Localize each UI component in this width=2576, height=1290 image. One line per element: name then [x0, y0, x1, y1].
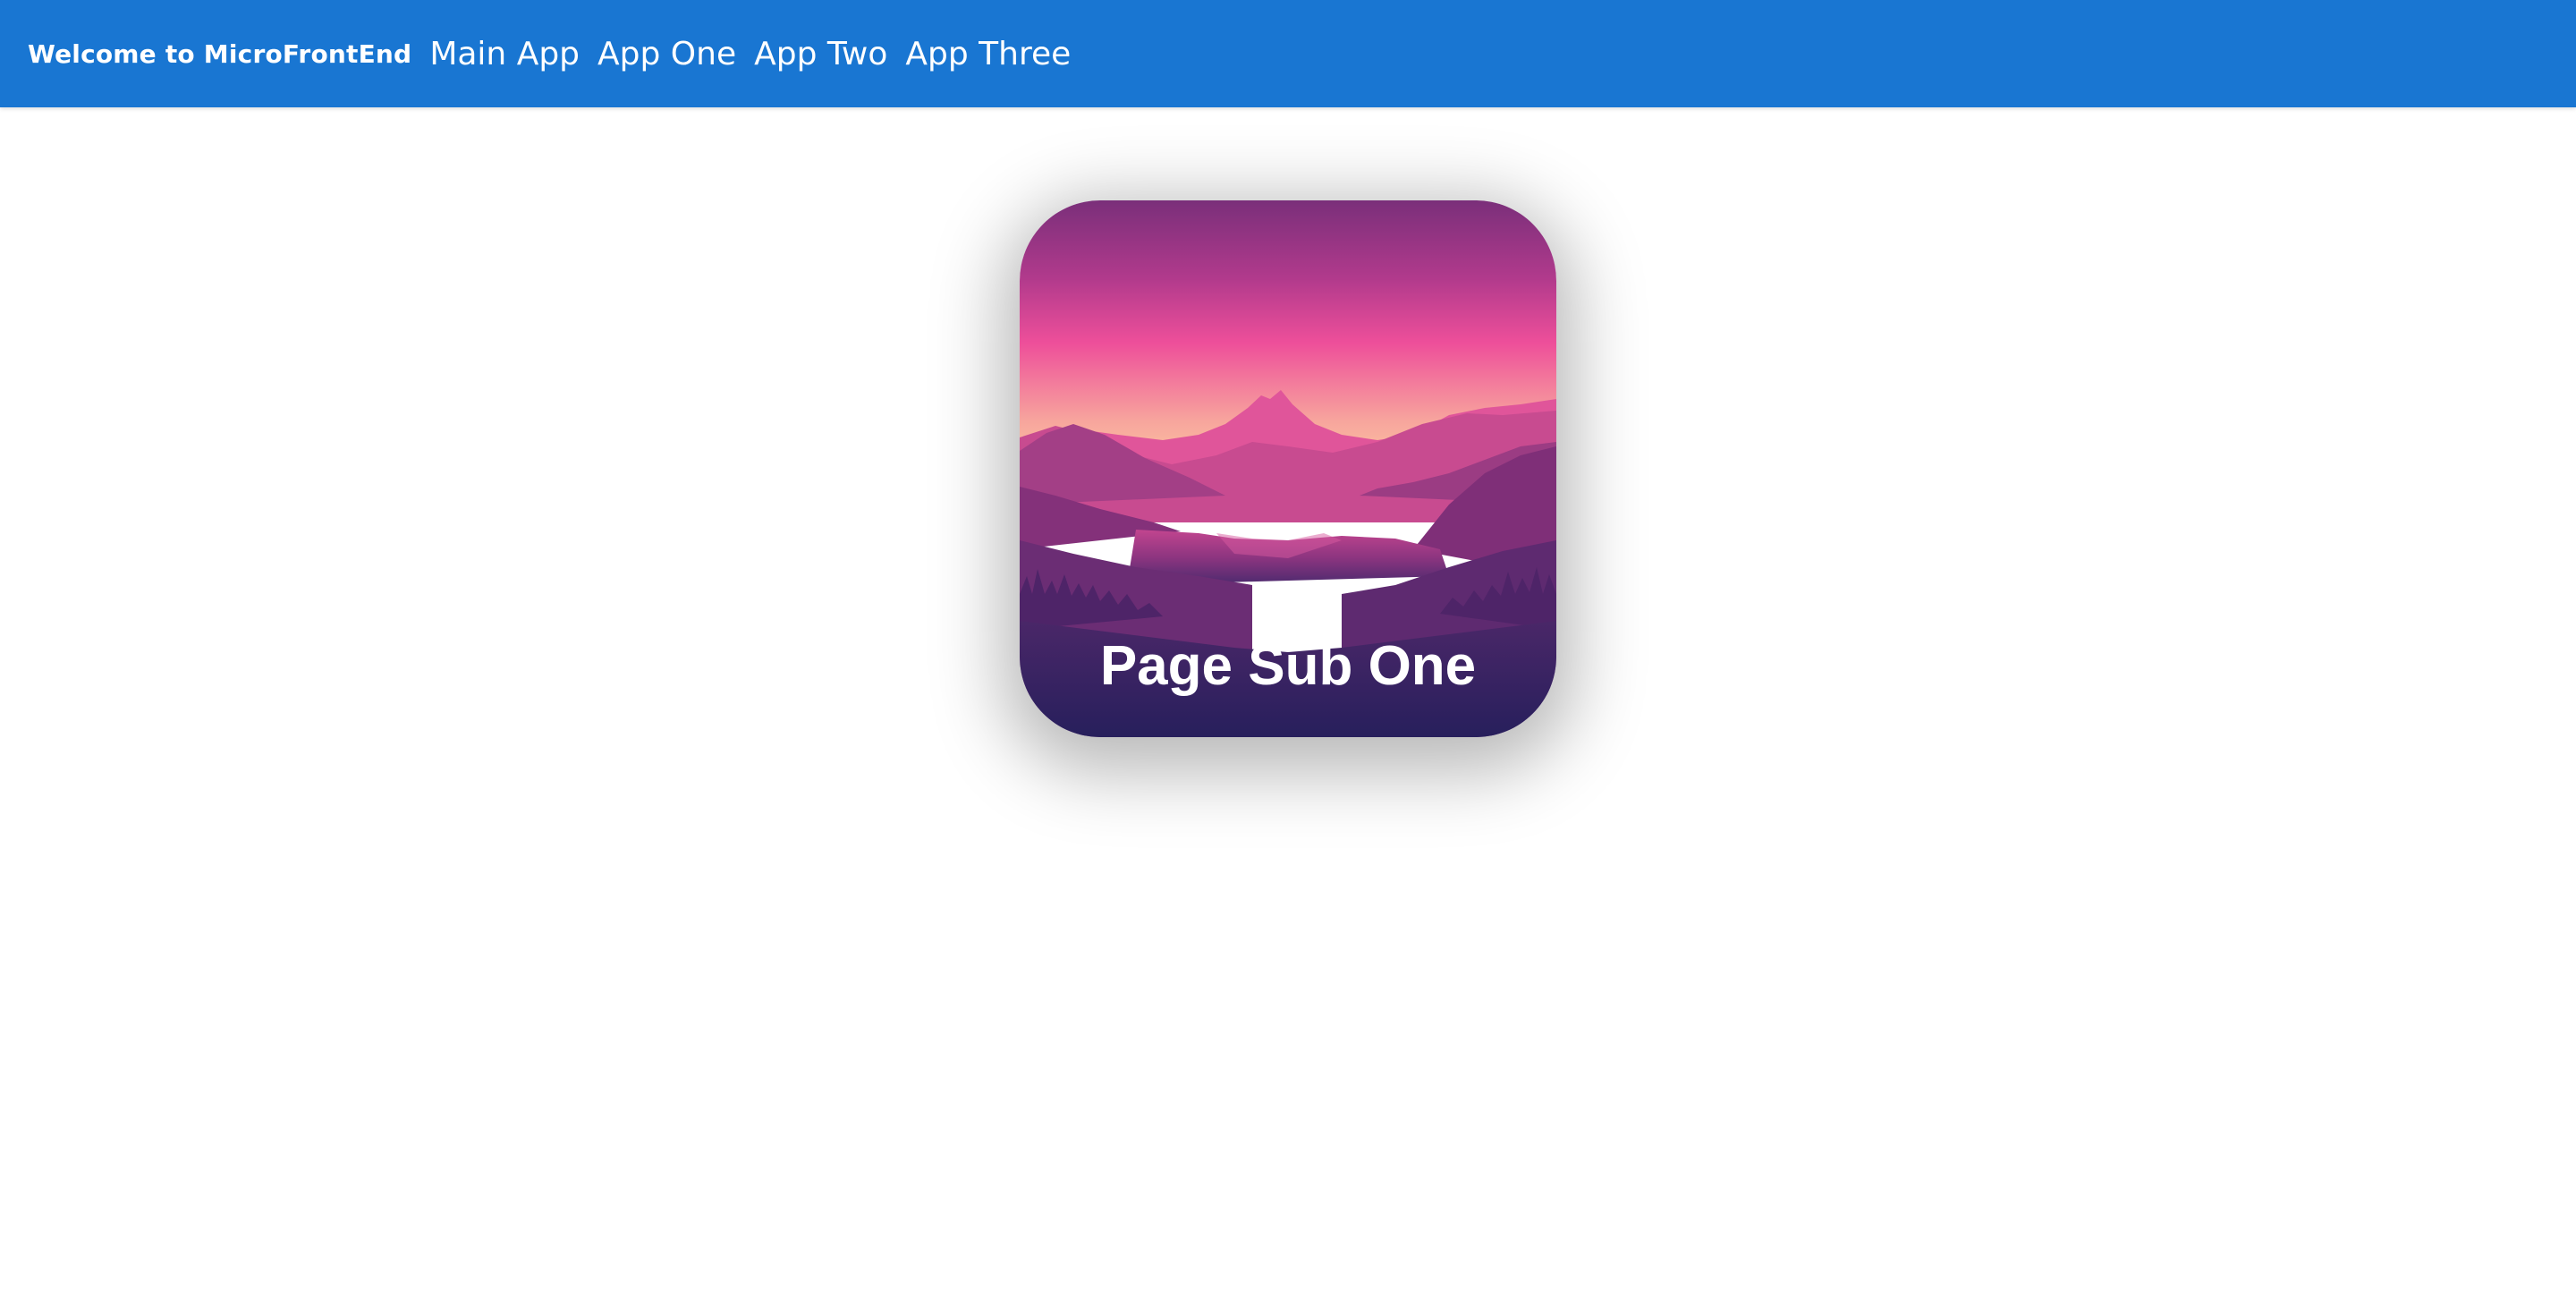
app-brand-title: Welcome to MicroFrontEnd	[28, 38, 412, 69]
nav-link-app-three[interactable]: App Three	[905, 36, 1071, 72]
top-app-bar: Welcome to MicroFrontEnd Main App App On…	[0, 0, 2576, 107]
nav-link-app-one[interactable]: App One	[597, 36, 736, 72]
nav-link-main-app[interactable]: Main App	[429, 36, 580, 72]
card-title: Page Sub One	[1099, 635, 1477, 697]
page-card: Page Sub One	[1020, 200, 1556, 737]
nav-link-app-two[interactable]: App Two	[754, 36, 887, 72]
